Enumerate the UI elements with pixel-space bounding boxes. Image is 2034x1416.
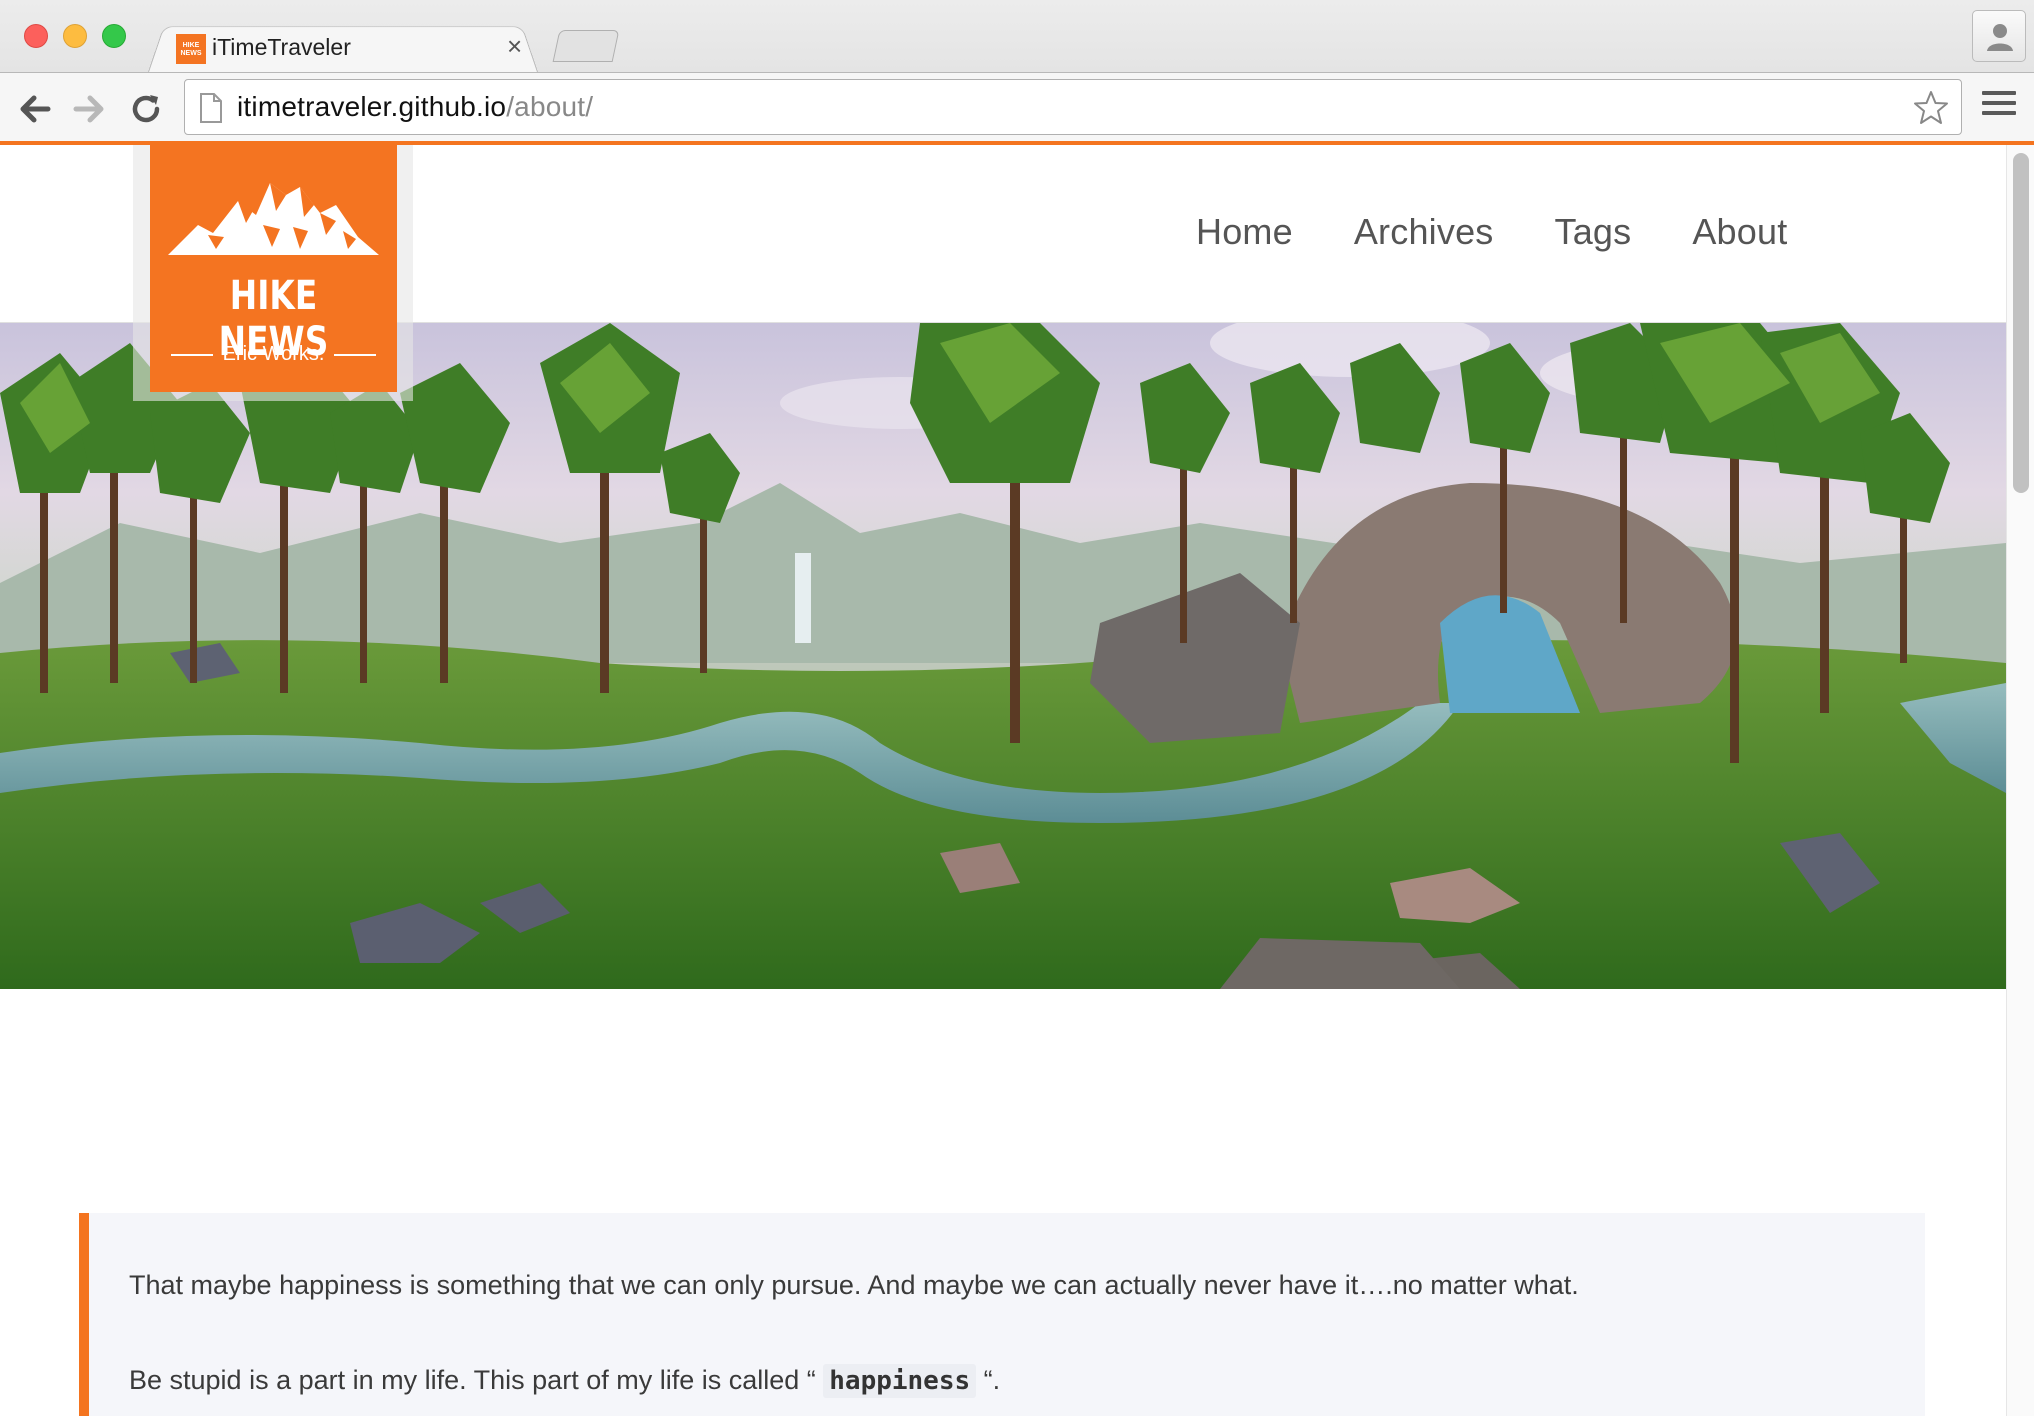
- nav-link-archives[interactable]: Archives: [1354, 211, 1494, 253]
- page-viewport: Home Archives Tags About HIKE NEWS Eric …: [0, 145, 2006, 1416]
- url-text: itimetraveler.github.io/about/: [237, 91, 593, 123]
- new-tab-button[interactable]: [552, 30, 620, 62]
- nav-link-home[interactable]: Home: [1196, 211, 1293, 253]
- browser-toolbar: itimetraveler.github.io/about/: [0, 72, 2034, 142]
- browser-tab[interactable]: HIKE NEWS iTimeTraveler ×: [150, 22, 538, 72]
- bookmark-star-icon[interactable]: [1913, 90, 1949, 126]
- menu-bar-icon: [1982, 111, 2016, 115]
- browser-menu-button[interactable]: [1982, 91, 2016, 125]
- profile-button[interactable]: [1972, 10, 2026, 62]
- low-poly-forest-illustration: [0, 323, 2006, 989]
- arrow-left-icon: [20, 95, 51, 123]
- mountains-icon: [168, 183, 379, 255]
- quote-text: Be stupid is a part in my life. This par…: [129, 1365, 824, 1395]
- reload-icon: [132, 95, 160, 123]
- url-host: itimetraveler.github.io: [237, 91, 507, 122]
- back-button[interactable]: [14, 89, 54, 129]
- nav-link-about[interactable]: About: [1692, 211, 1787, 253]
- site-logo[interactable]: HIKE NEWS Eric Works.: [150, 145, 397, 392]
- arrow-right-icon: [73, 95, 104, 123]
- logo-subtitle: Eric Works.: [150, 343, 397, 366]
- quote-paragraph: That maybe happiness is something that w…: [129, 1270, 1579, 1300]
- quote-paragraph: Be stupid is a part in my life. This par…: [129, 1364, 1001, 1398]
- close-window-button[interactable]: [24, 24, 48, 48]
- main-nav: Home Archives Tags About: [1196, 211, 1787, 253]
- quote-text: “.: [976, 1365, 1001, 1395]
- hero-banner-image: [0, 323, 2006, 989]
- tab-title: iTimeTraveler: [212, 34, 351, 60]
- inline-code: happiness: [823, 1364, 977, 1398]
- address-bar[interactable]: itimetraveler.github.io/about/: [184, 79, 1962, 135]
- browser-chrome: HIKE NEWS iTimeTraveler × itimetraveler.…: [0, 0, 2034, 145]
- page-icon: [200, 93, 222, 123]
- nav-link-tags[interactable]: Tags: [1555, 211, 1632, 253]
- menu-bar-icon: [1982, 101, 2016, 105]
- forward-button[interactable]: [70, 89, 110, 129]
- tab-strip: HIKE NEWS iTimeTraveler ×: [0, 0, 2034, 72]
- person-icon: [1987, 24, 2013, 51]
- favicon-icon: HIKE NEWS: [176, 34, 206, 64]
- menu-bar-icon: [1982, 91, 2016, 95]
- url-path: /about/: [506, 91, 594, 122]
- reload-button[interactable]: [126, 89, 166, 129]
- zoom-window-button[interactable]: [102, 24, 126, 48]
- page-scrollbar[interactable]: [2006, 145, 2034, 1416]
- tab-close-icon[interactable]: ×: [507, 31, 522, 62]
- blockquote: That maybe happiness is something that w…: [79, 1213, 1925, 1416]
- minimize-window-button[interactable]: [63, 24, 87, 48]
- scrollbar-thumb[interactable]: [2013, 153, 2029, 493]
